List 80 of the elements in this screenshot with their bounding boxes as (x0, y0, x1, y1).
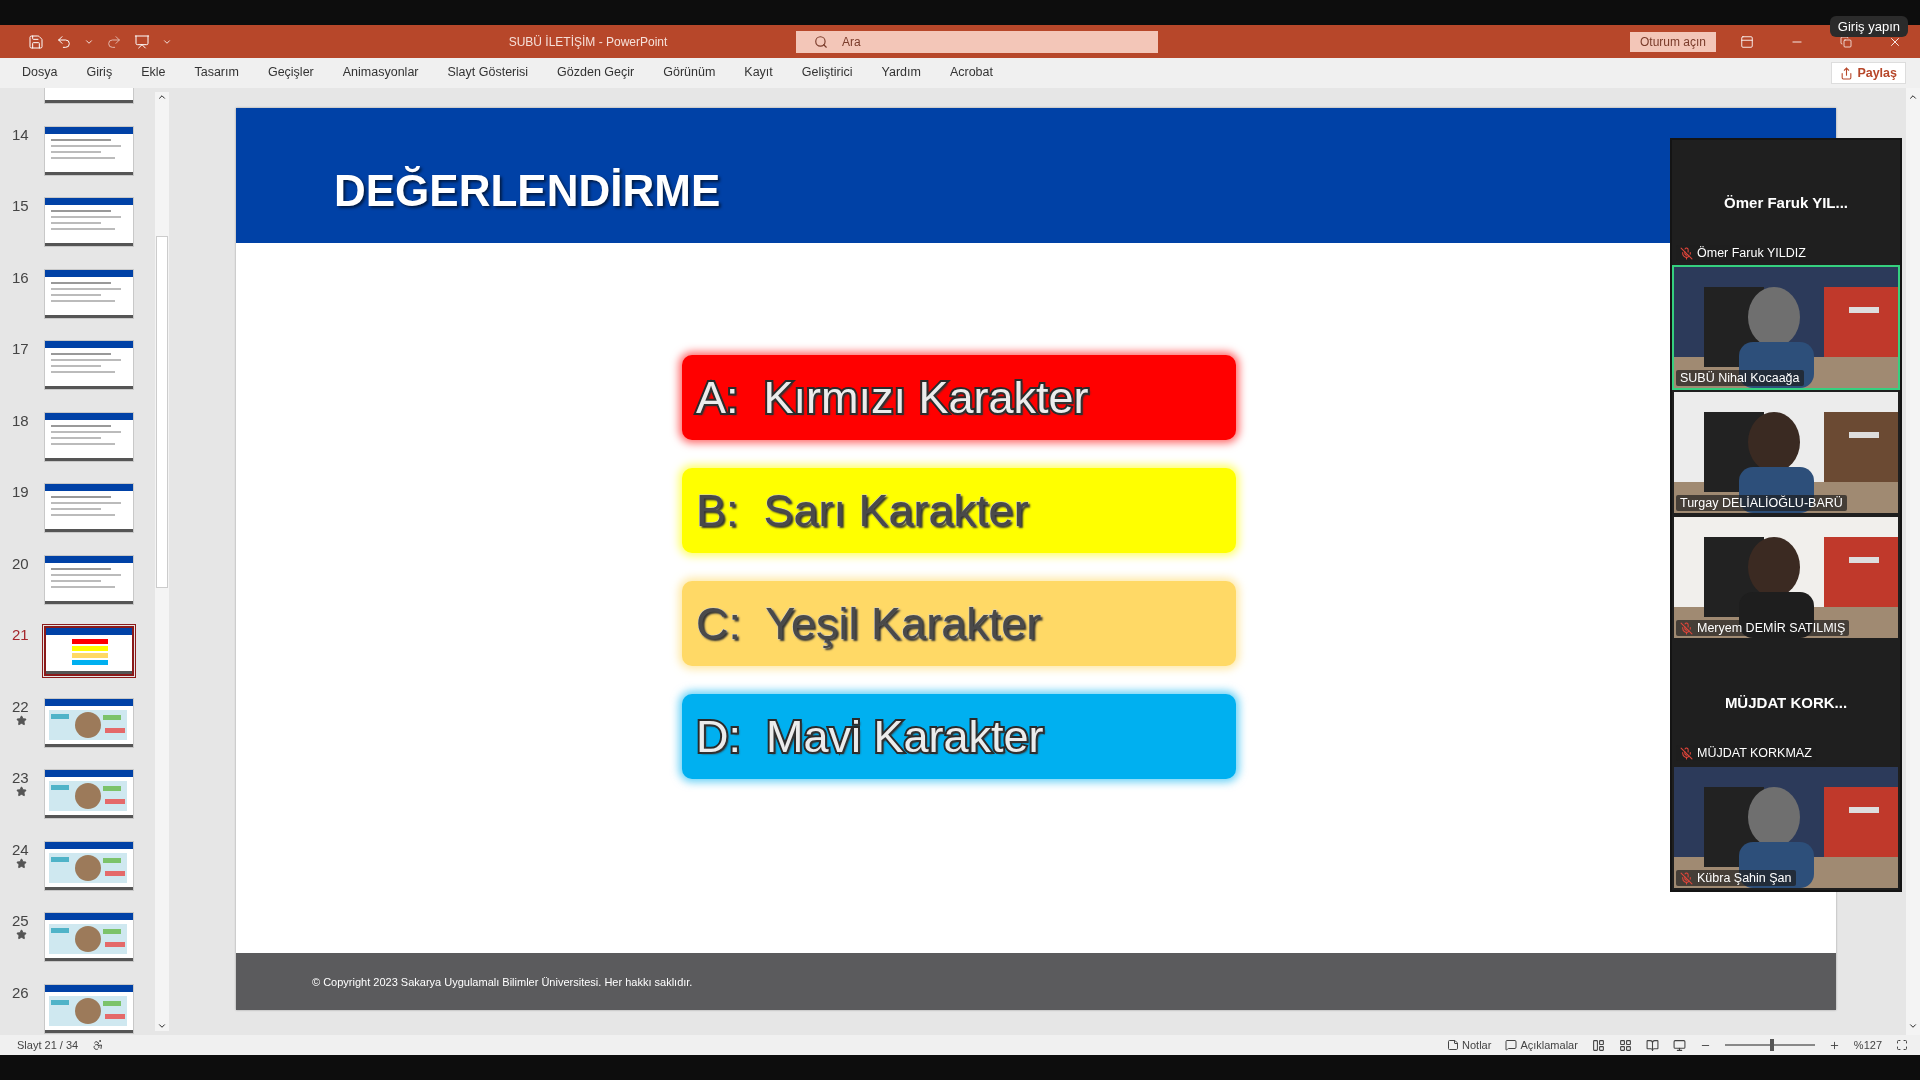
notes-button[interactable]: Notlar (1447, 1039, 1492, 1051)
participant-display-name: MÜJDAT KORK... (1724, 694, 1848, 711)
slide-number: 25 (12, 912, 29, 929)
participant-tile[interactable]: MÜJDAT KORK... MÜJDAT KORKMAZ (1672, 640, 1900, 765)
notes-icon (1447, 1039, 1460, 1051)
participant-name: SUBÜ Nihal Kocaağa (1680, 371, 1800, 385)
participant-tile[interactable]: Ömer Faruk YIL... Ömer Faruk YILDIZ (1672, 140, 1900, 265)
scroll-down-icon[interactable] (157, 1021, 167, 1031)
slide-counter: Slayt 21 / 34 (17, 1039, 79, 1051)
participant-name: Turgay DELİALİOĞLU-BARÜ (1680, 496, 1843, 510)
ribbon-tab[interactable]: Giriş (86, 65, 113, 81)
save-icon[interactable] (28, 33, 44, 50)
answer-option: A: Kırmızı Karakter (682, 355, 1236, 440)
window-title: SUBÜ İLETİŞİM - PowerPoint (507, 34, 669, 49)
reading-view-icon[interactable] (1645, 1038, 1659, 1052)
ribbon-display-icon[interactable] (1740, 34, 1754, 49)
comments-button[interactable]: Açıklamalar (1505, 1039, 1578, 1051)
undo-icon[interactable] (56, 33, 72, 50)
answer-option: D: Mavi Karakter (682, 694, 1236, 779)
scrollbar[interactable] (155, 92, 169, 1031)
scroll-up-icon[interactable] (157, 92, 167, 102)
slideshow-icon[interactable] (1672, 1038, 1686, 1052)
slide-number: 20 (12, 554, 29, 572)
participant-tile[interactable]: Kübra Şahin Şan (1672, 765, 1900, 890)
zoom-slider-thumb[interactable] (1769, 1039, 1774, 1051)
ribbon-tab[interactable]: Kayıt (744, 65, 773, 81)
ribbon-tab[interactable]: Tasarım (194, 65, 239, 81)
slide-number: 18 (12, 411, 29, 429)
slide-number: 16 (12, 268, 29, 286)
grid-view-icon[interactable] (1618, 1038, 1632, 1052)
comment-icon (1505, 1039, 1518, 1051)
answer-option: C: Yeşil Karakter (682, 581, 1236, 666)
share-icon (1840, 66, 1854, 80)
ribbon-tab[interactable]: Ekle (141, 65, 166, 81)
slide-number: 15 (12, 197, 29, 214)
scroll-up-icon[interactable] (1908, 92, 1918, 102)
slide-number: 21 (12, 626, 29, 643)
scroll-down-icon[interactable] (1908, 1021, 1918, 1031)
ribbon-tab[interactable]: Animasyonlar (342, 65, 419, 81)
ribbon-tab[interactable]: Görünüm (663, 65, 716, 81)
participant-tile[interactable]: Meryem DEMİR SATILMIŞ (1672, 515, 1900, 640)
tooltip: Giriş yapın (1829, 16, 1908, 37)
search-input[interactable]: Ara (840, 33, 999, 50)
participant-name: Meryem DEMİR SATILMIŞ (1697, 621, 1846, 635)
participant-name: Ömer Faruk YILDIZ (1697, 246, 1806, 260)
restore-icon[interactable] (1840, 35, 1852, 48)
slide-number: 19 (12, 483, 29, 500)
fit-slide-icon[interactable] (1896, 1039, 1908, 1051)
scrollbar[interactable] (1906, 88, 1920, 1035)
zoom-level: %127 (1853, 1039, 1882, 1051)
slide-number: 22 (12, 697, 29, 715)
slide-number: 24 (12, 840, 29, 858)
ribbon-tab[interactable]: Geçişler (267, 65, 314, 81)
slide-number: 17 (12, 340, 29, 357)
slide-title: DEĞERLENDİRME (334, 165, 721, 216)
slide-number: 23 (12, 769, 29, 786)
sign-in-button[interactable]: Oturum açın (1629, 31, 1716, 52)
present-icon[interactable] (134, 33, 150, 50)
normal-view-icon[interactable] (1591, 1038, 1605, 1052)
participant-name: MÜJDAT KORKMAZ (1697, 746, 1812, 760)
ribbon-tab[interactable]: Acrobat (949, 65, 993, 81)
slide-number: 14 (12, 125, 29, 143)
ribbon-tab[interactable]: Gözden Geçir (557, 65, 635, 81)
answer-option: B: Sarı Karakter (682, 468, 1236, 553)
participant-name: Kübra Şahin Şan (1697, 871, 1792, 885)
ribbon-tab[interactable]: Geliştirici (801, 65, 853, 81)
slide-thumbnail[interactable] (44, 626, 134, 676)
zoom-in-icon[interactable] (1828, 1039, 1840, 1051)
slide-number: 26 (12, 983, 29, 1001)
ribbon-tab[interactable]: Dosya (22, 65, 58, 81)
ribbon-tab[interactable]: Slayt Gösterisi (447, 65, 529, 81)
participant-tile[interactable]: Turgay DELİALİOĞLU-BARÜ (1672, 390, 1900, 515)
copyright-text: © Copyright 2023 Sakarya Uygulamalı Bilimler Üniversitesi. Her hakkı saklıdır. (312, 975, 693, 988)
search-icon (814, 34, 828, 49)
participant-tile[interactable]: SUBÜ Nihal Kocaağa (1672, 265, 1900, 390)
participant-display-name: Ömer Faruk YIL... (1724, 194, 1848, 211)
share-button[interactable]: Paylaş (1831, 62, 1906, 84)
ribbon-tab[interactable]: Yardım (881, 65, 921, 81)
search-field[interactable]: Ara (796, 30, 1158, 53)
accessibility-icon[interactable] (92, 1039, 105, 1051)
